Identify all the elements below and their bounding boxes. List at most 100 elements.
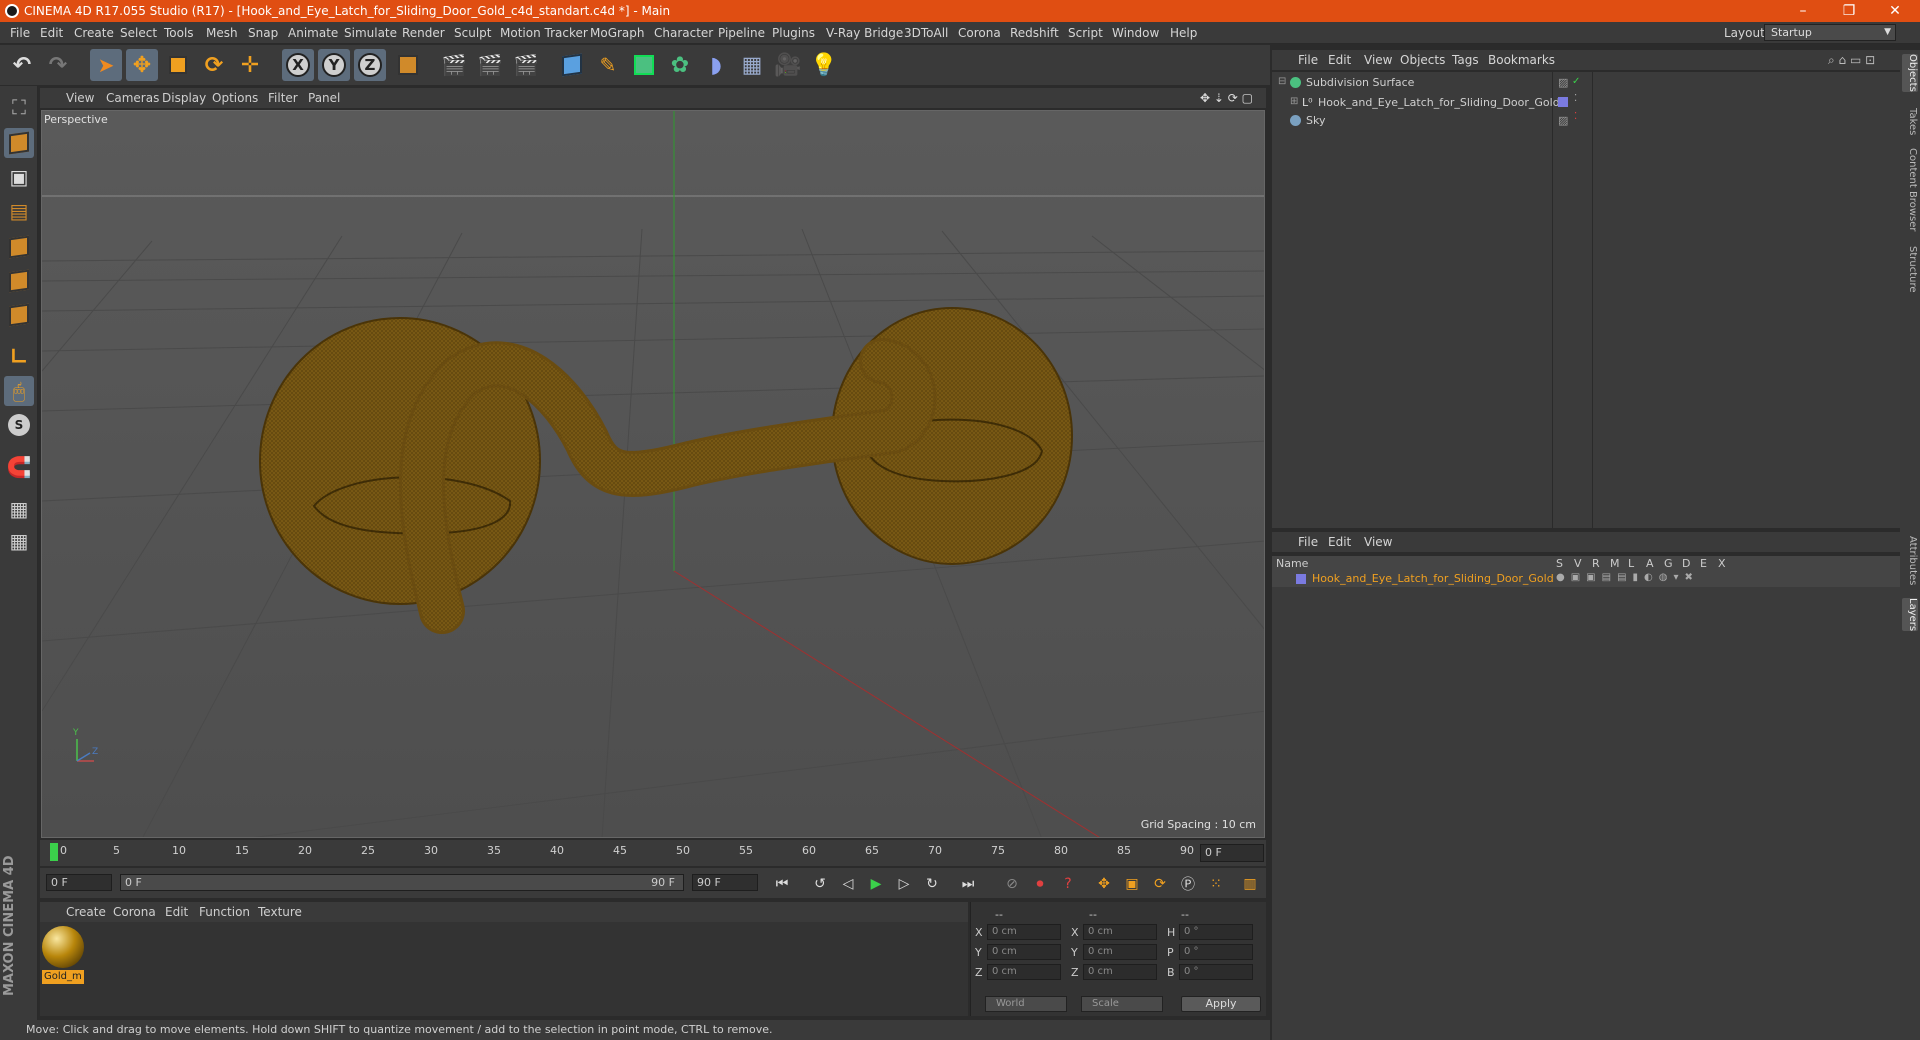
floor-button[interactable]: ▦ — [736, 49, 768, 81]
viewport-menu-options[interactable]: Options — [212, 91, 258, 105]
layer-column-view[interactable]: V — [1574, 557, 1582, 570]
render-settings-button[interactable]: 🎬 — [510, 49, 542, 81]
rotate-tool-button[interactable]: ⟳ — [198, 49, 230, 81]
live-selection-button[interactable]: ➤ — [90, 49, 122, 81]
expand-icon[interactable]: ⊞ — [1290, 96, 1298, 107]
objects-menu-edit[interactable]: Edit — [1328, 53, 1351, 67]
menu-create[interactable]: Create — [74, 26, 114, 40]
close-button[interactable]: ✕ — [1880, 2, 1910, 20]
perspective-viewport[interactable]: Perspective Y Z Grid Spacing : 10 cm — [41, 110, 1265, 838]
autokey-button[interactable]: ⏺ — [1028, 872, 1052, 896]
keyframe-selection-button[interactable]: ? — [1056, 872, 1080, 896]
tab-attributes[interactable]: Attributes — [1902, 536, 1918, 585]
objects-menu-objects[interactable]: Objects — [1400, 53, 1445, 67]
object-row[interactable]: ⊞ L⁰ Hook_and_Eye_Latch_for_Sliding_Door… — [1272, 93, 1900, 112]
size-z-field[interactable]: 0 cm — [1083, 964, 1157, 980]
viewport-menu-panel[interactable]: Panel — [308, 91, 340, 105]
light-button[interactable]: 💡 — [808, 49, 840, 81]
render-picture-viewer-button[interactable]: 🎬 — [474, 49, 506, 81]
menu-character[interactable]: Character — [654, 26, 713, 40]
tab-layers[interactable]: Layers — [1902, 598, 1918, 632]
layers-menu-view[interactable]: View — [1364, 535, 1392, 549]
menu-mesh[interactable]: Mesh — [206, 26, 238, 40]
object-name[interactable]: Sky — [1306, 114, 1325, 127]
x-axis-lock-button[interactable]: X — [282, 49, 314, 81]
objects-menu-bookmarks[interactable]: Bookmarks — [1488, 53, 1555, 67]
undo-button[interactable]: ↶ — [6, 49, 38, 81]
menu-script[interactable]: Script — [1068, 26, 1103, 40]
layer-toggle-icons[interactable]: ●▣▣▤▤▮◐◍▾✖ — [1556, 572, 1699, 583]
visibility-dots-icon[interactable]: ⁚ — [1574, 93, 1577, 104]
transform-tool-button[interactable]: ✛ — [234, 49, 266, 81]
viewport-menu-display[interactable]: Display — [162, 91, 206, 105]
menu-edit[interactable]: Edit — [40, 26, 63, 40]
coordinate-system-button[interactable] — [392, 49, 424, 81]
next-key-button[interactable]: ↻ — [920, 872, 944, 896]
render-view-button[interactable]: 🎬 — [438, 49, 470, 81]
size-mode-select[interactable]: Scale — [1081, 996, 1163, 1012]
move-tool-button[interactable]: ✥ — [126, 49, 158, 81]
timeline-ruler[interactable]: 0 5 10 15 20 25 30 35 40 45 50 55 60 65 … — [40, 840, 1266, 866]
objects-menu-file[interactable]: File — [1298, 53, 1318, 67]
tab-content-browser[interactable]: Content Browser — [1902, 148, 1918, 231]
model-mode-button[interactable] — [4, 128, 34, 158]
layer-column-render[interactable]: R — [1592, 557, 1600, 570]
viewport-menu-view[interactable]: View — [66, 91, 94, 105]
playhead-marker[interactable] — [50, 843, 58, 861]
menu-sculpt[interactable]: Sculpt — [454, 26, 491, 40]
objects-menu-view[interactable]: View — [1364, 53, 1392, 67]
next-frame-button[interactable]: ▷ — [892, 872, 916, 896]
timeline-window-button[interactable]: ▥ — [1238, 872, 1262, 896]
camera-button[interactable]: 🎥 — [772, 49, 804, 81]
material-menu-texture[interactable]: Texture — [258, 905, 302, 919]
object-manager-search-icon[interactable]: ⌕ ⌂ ▭ ⊡ — [1828, 53, 1875, 68]
layer-column-solo[interactable]: S — [1556, 557, 1563, 570]
object-row[interactable]: ⊟ Subdivision Surface ▨ ✓ — [1272, 74, 1900, 92]
menu-corona[interactable]: Corona — [958, 26, 1001, 40]
menu-file[interactable]: File — [10, 26, 30, 40]
menu-3dtoall[interactable]: 3DToAll — [904, 26, 948, 40]
layer-column-manager[interactable]: M — [1610, 557, 1620, 570]
points-mode-button[interactable] — [4, 232, 34, 262]
workplane-mode-button[interactable]: ▤ — [4, 196, 34, 226]
preview-range-slider[interactable]: 0 F 90 F — [120, 874, 684, 891]
axis-mode-button[interactable]: ∟ — [4, 342, 34, 372]
previous-key-button[interactable]: ↺ — [808, 872, 832, 896]
layer-column-generators[interactable]: G — [1664, 557, 1673, 570]
tweak-mode-button[interactable]: 🖱 — [4, 376, 34, 406]
tab-takes[interactable]: Takes — [1902, 108, 1918, 135]
key-parameter-button[interactable]: Ⓟ — [1176, 872, 1200, 896]
deformer-button[interactable]: ◗ — [700, 49, 732, 81]
redo-button[interactable]: ↷ — [42, 49, 74, 81]
menu-snap[interactable]: Snap — [248, 26, 278, 40]
start-frame-field[interactable]: 0 F — [46, 874, 112, 891]
layer-column-xref[interactable]: X — [1718, 557, 1726, 570]
scale-tool-button[interactable] — [162, 49, 194, 81]
key-scale-button[interactable]: ▣ — [1120, 872, 1144, 896]
menu-help[interactable]: Help — [1170, 26, 1197, 40]
magnet-button[interactable]: 🧲 — [4, 452, 34, 482]
material-preview-ball[interactable] — [42, 926, 84, 968]
menu-simulate[interactable]: Simulate — [344, 26, 397, 40]
menu-pipeline[interactable]: Pipeline — [718, 26, 765, 40]
menu-vray-bridge[interactable]: V-Ray Bridge — [826, 26, 903, 40]
layers-menu-edit[interactable]: Edit — [1328, 535, 1351, 549]
material-name-label[interactable]: Gold_m — [42, 970, 84, 984]
object-name[interactable]: Hook_and_Eye_Latch_for_Sliding_Door_Gold — [1318, 96, 1560, 109]
rotation-p-field[interactable]: 0 ° — [1179, 944, 1253, 960]
layer-color-swatch[interactable] — [1296, 574, 1306, 584]
layer-row[interactable]: Hook_and_Eye_Latch_for_Sliding_Door_Gold… — [1272, 571, 1900, 587]
material-menu-create[interactable]: Create — [66, 905, 106, 919]
material-menu-corona[interactable]: Corona — [113, 905, 156, 919]
key-pla-button[interactable]: ⁙ — [1204, 872, 1228, 896]
snap-button[interactable]: S — [4, 410, 34, 440]
go-to-end-button[interactable]: ⏭ — [956, 872, 980, 896]
viewport-menu-cameras[interactable]: Cameras — [106, 91, 159, 105]
position-y-field[interactable]: 0 cm — [987, 944, 1061, 960]
material-menu-function[interactable]: Function — [199, 905, 250, 919]
viewport-menu-filter[interactable]: Filter — [268, 91, 298, 105]
make-editable-button[interactable]: ⛶ — [4, 92, 34, 122]
layout-select[interactable]: Startup ▼ — [1764, 24, 1896, 41]
size-y-field[interactable]: 0 cm — [1083, 944, 1157, 960]
menu-motion-tracker[interactable]: Motion Tracker — [500, 26, 588, 40]
